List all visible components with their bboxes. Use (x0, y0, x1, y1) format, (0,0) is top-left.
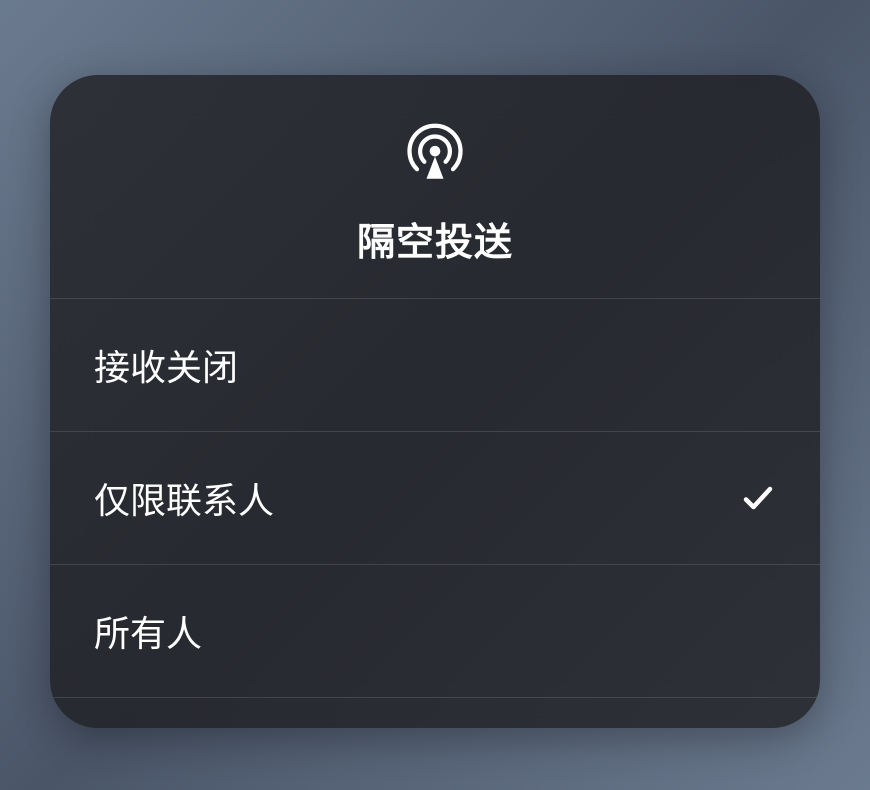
panel-title: 隔空投送 (357, 211, 513, 266)
option-everyone[interactable]: 所有人 (50, 565, 820, 698)
panel-footer-spacer (50, 698, 820, 728)
panel-header: 隔空投送 (50, 75, 820, 299)
option-label: 接收关闭 (94, 339, 238, 391)
option-contacts-only[interactable]: 仅限联系人 (50, 432, 820, 565)
airdrop-settings-panel: 隔空投送 接收关闭 仅限联系人 所有人 (50, 75, 820, 728)
option-label: 所有人 (94, 605, 202, 657)
airdrop-icon (401, 115, 469, 183)
checkmark-icon (740, 480, 776, 516)
option-receiving-off[interactable]: 接收关闭 (50, 299, 820, 432)
option-label: 仅限联系人 (94, 472, 274, 524)
